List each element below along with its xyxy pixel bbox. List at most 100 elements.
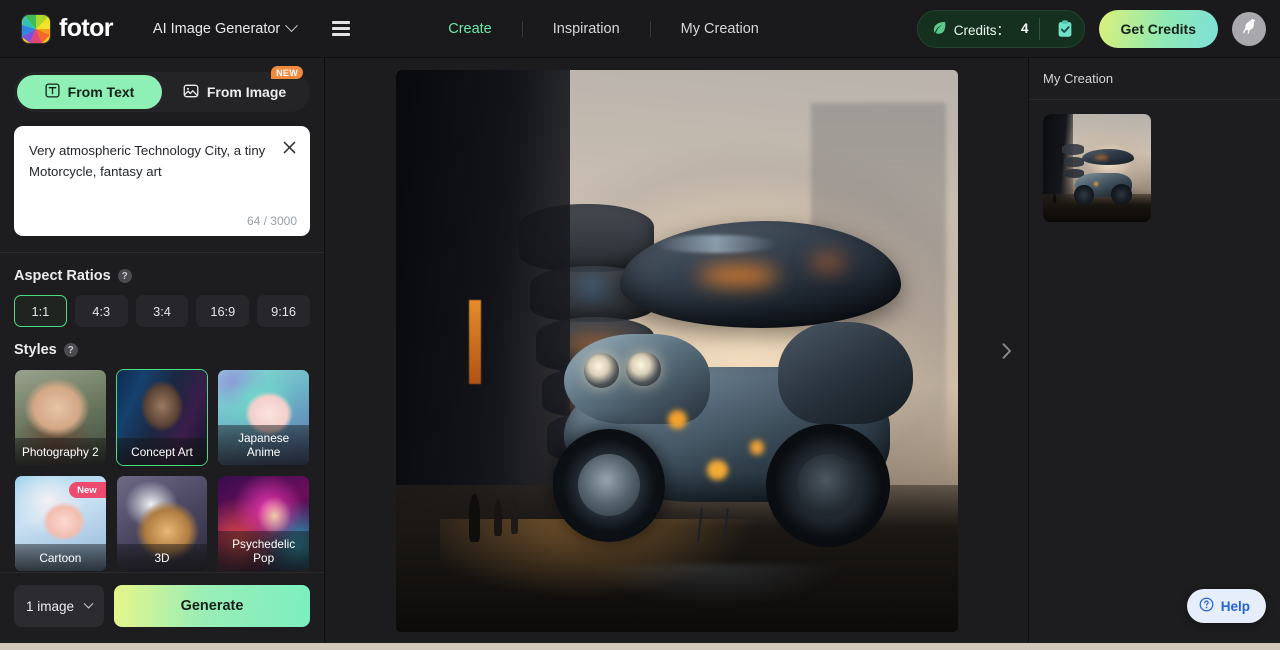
fotor-color-wheel-logo-icon <box>22 14 50 43</box>
help-label: Help <box>1220 598 1250 614</box>
thumb-ground <box>1043 193 1151 222</box>
bird-avatar-icon <box>1238 15 1260 42</box>
brand-name: fotor <box>59 14 114 42</box>
aspect-ratios-title: Aspect Ratios <box>14 268 111 284</box>
generate-button[interactable]: Generate <box>114 585 310 627</box>
settings-scroll-area[interactable]: Aspect Ratios ? 1:1 4:3 3:4 16:9 9:16 St… <box>0 253 324 572</box>
canvas-area <box>325 58 1028 643</box>
hamburger-menu-icon[interactable] <box>328 17 354 39</box>
clipboard-check-icon[interactable] <box>1050 14 1080 44</box>
generation-mode-tabs: From Text From Image NEW <box>14 66 310 112</box>
aspect-ratio-3-4[interactable]: 3:4 <box>135 295 189 327</box>
my-creation-list <box>1029 100 1280 236</box>
aspect-ratio-1-1[interactable]: 1:1 <box>14 295 67 327</box>
style-label: Concept Art <box>116 438 208 465</box>
my-creation-panel: My Creation Help <box>1028 58 1280 643</box>
scene-pedestrian <box>468 493 481 542</box>
tab-from-text[interactable]: From Text <box>17 75 162 109</box>
tab-from-text-label: From Text <box>67 84 135 100</box>
style-card-psychedelic-pop[interactable]: Psychedelic Pop <box>217 475 310 572</box>
thumb-pedestrian <box>1052 193 1056 203</box>
prompt-char-counter: 64 / 3000 <box>246 214 297 228</box>
scene-accent-light <box>668 409 688 429</box>
aspect-ratio-9-16[interactable]: 9:16 <box>257 295 310 327</box>
scene-pedestrian <box>493 500 503 536</box>
style-card-concept-art[interactable]: Concept Art <box>115 369 209 466</box>
avatar[interactable] <box>1231 11 1266 46</box>
style-card-photography-2[interactable]: Photography 2 <box>14 369 107 466</box>
scene-headlight <box>625 351 661 387</box>
app-body: From Text From Image NEW Very atmospheri… <box>0 58 1280 643</box>
scene-pedestrian <box>510 502 518 534</box>
chevron-right-icon[interactable] <box>996 340 1018 362</box>
text-box-icon <box>45 83 60 101</box>
scene-sign-glow <box>468 299 481 385</box>
thumb-tower <box>1063 157 1085 167</box>
style-label: 3D <box>116 544 208 571</box>
brand-logo[interactable]: fotor <box>22 14 114 43</box>
scene-window-glow <box>580 283 604 291</box>
scene-kickstand <box>697 507 729 542</box>
generated-image-scene <box>395 69 958 632</box>
credits-label-group: Credits： 4 <box>932 19 1029 39</box>
style-label: Psychedelic Pop <box>218 531 309 571</box>
scene-pod-glow <box>811 254 846 270</box>
help-button[interactable]: Help <box>1186 589 1266 623</box>
image-count-select[interactable]: 1 image <box>14 585 104 627</box>
main-nav: Create Inspiration My Creation <box>418 20 789 37</box>
green-leaf-icon <box>932 20 947 38</box>
scene-headlight <box>583 353 619 389</box>
generate-bar: 1 image Generate <box>0 572 324 643</box>
image-count-value: 1 image <box>26 598 75 614</box>
scene-front-rim <box>578 454 640 517</box>
scene-bike-reflection <box>552 564 879 621</box>
prompt-input-box[interactable]: Very atmospheric Technology City, a tiny… <box>14 126 310 236</box>
tab-from-image-label: From Image <box>206 84 287 100</box>
app-root: fotor AI Image Generator Create Inspirat… <box>0 0 1280 650</box>
style-card-cartoon[interactable]: Cartoon New <box>14 475 107 572</box>
creation-thumbnail[interactable] <box>1043 114 1151 222</box>
aspect-ratio-4-3[interactable]: 4:3 <box>74 295 128 327</box>
credits-divider <box>1038 17 1040 40</box>
left-control-panel: From Text From Image NEW Very atmospheri… <box>0 58 325 643</box>
new-badge: NEW <box>271 66 303 79</box>
image-icon <box>183 83 199 102</box>
my-creation-title: My Creation <box>1029 58 1280 100</box>
aspect-ratio-16-9[interactable]: 16:9 <box>196 295 250 327</box>
style-label: Japanese Anime <box>218 425 309 465</box>
header-actions: Credits： 4 Get Credits <box>916 9 1266 48</box>
app-switcher-label: AI Image Generator <box>152 20 281 37</box>
credits-pill[interactable]: Credits： 4 <box>916 9 1085 48</box>
thumb-hover-pod <box>1081 148 1134 165</box>
credits-text: Credits： <box>953 22 1010 38</box>
thumb-tower <box>1062 144 1085 156</box>
close-x-icon[interactable] <box>278 136 300 158</box>
get-credits-button[interactable]: Get Credits <box>1098 9 1218 48</box>
nav-item-create[interactable]: Create <box>418 21 522 37</box>
style-label: Photography 2 <box>15 438 106 465</box>
new-badge: New <box>69 482 106 498</box>
nav-item-inspiration[interactable]: Inspiration <box>523 21 650 37</box>
prompt-text[interactable]: Very atmospheric Technology City, a tiny… <box>29 140 270 182</box>
app-switcher[interactable]: AI Image Generator <box>152 19 299 37</box>
styles-header: Styles ? <box>14 342 310 358</box>
page-bottom-strip <box>0 643 1280 650</box>
question-mark-icon[interactable]: ? <box>117 269 132 283</box>
chevron-down-icon <box>83 598 94 609</box>
app-header: fotor AI Image Generator Create Inspirat… <box>0 0 1280 58</box>
style-options-grid: Photography 2 Concept Art Japanese Anime… <box>14 369 310 572</box>
scene-accent-light <box>749 440 765 456</box>
scene-motorcycle-tail <box>777 322 913 424</box>
nav-item-my-creation[interactable]: My Creation <box>651 21 789 37</box>
style-card-japanese-anime[interactable]: Japanese Anime <box>217 369 310 466</box>
thumb-accent-light <box>1093 182 1098 186</box>
aspect-ratios-header: Aspect Ratios ? <box>14 268 310 284</box>
thumb-pod-glow <box>1094 156 1108 159</box>
generated-image[interactable] <box>395 69 958 632</box>
question-circle-icon <box>1199 597 1214 615</box>
question-mark-icon[interactable]: ? <box>63 343 78 357</box>
thumb-rear-wheel <box>1111 184 1132 205</box>
scene-rear-rim <box>797 454 860 517</box>
tab-from-image[interactable]: From Image NEW <box>162 66 307 109</box>
style-card-3d[interactable]: 3D <box>116 475 209 572</box>
